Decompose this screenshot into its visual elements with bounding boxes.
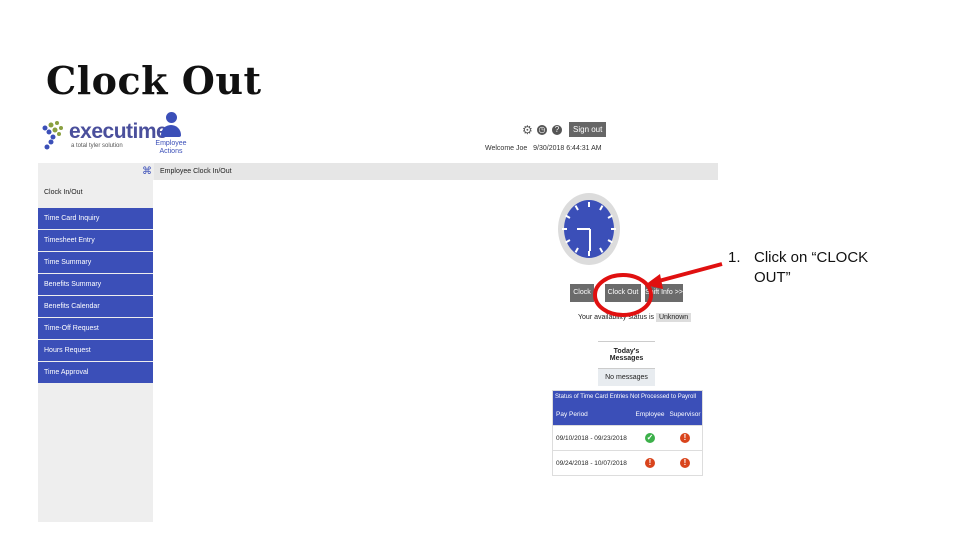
messages-header: Today's Messages [598,341,655,369]
collapse-menu-icon[interactable]: ⌘ [142,166,152,177]
availability-status: Your availability status is Unknown [578,313,692,322]
alert-icon: ! [645,458,655,468]
clock-tick [575,247,579,253]
clock-minute-hand [589,229,591,251]
sidebar-item-timesheet-entry[interactable]: Timesheet Entry [38,230,153,251]
timer-icon[interactable]: ◷ [537,124,547,135]
sidebar-item-benefits-calendar[interactable]: Benefits Calendar [38,296,153,317]
col-employee: Employee [635,410,665,418]
check-icon: ✓ [645,433,655,443]
sidebar: Clock In/Out Time Card Inquiry Timesheet… [38,180,153,522]
col-supervisor: Supervisor [669,410,701,418]
clock-tick [607,239,613,243]
current-datetime: 9/30/2018 6:44:31 AM [533,145,602,152]
clock-tick [562,228,567,230]
clock-in-button[interactable]: Clock In [570,284,594,314]
gear-icon[interactable]: ⚙ [522,124,533,136]
clock-out-button[interactable]: Clock Out [605,284,641,302]
person-icon [160,112,182,140]
pay-period-cell: 09/10/2018 - 09/23/2018 [556,434,627,442]
time-card-status-table: Status of Time Card Entries Not Processe… [552,390,703,476]
clock-tick [588,251,590,256]
executime-logo[interactable]: executime a total tyler solution [41,118,168,158]
clock-tick [599,247,604,253]
table-row[interactable]: 09/10/2018 - 09/23/2018 ✓ ! [553,425,702,450]
availability-value: Unknown [655,313,692,322]
clock-tick [611,228,616,230]
availability-label: Your availability status is [578,314,655,321]
messages-body: No messages [598,369,655,386]
clock-face [562,200,616,258]
help-icon[interactable]: ? [552,124,562,135]
employee-actions-label: Employee Actions [155,140,187,155]
sidebar-item-time-card-inquiry[interactable]: Time Card Inquiry [38,208,153,229]
top-toolbar: ⚙ ◷ ? Sign out [522,122,607,137]
step-number: 1. [728,249,741,266]
shift-info-button[interactable]: Shift Info >> [645,284,683,302]
clock-tick [565,215,571,219]
logo-dots-icon [42,121,63,150]
sidebar-item-hours-request[interactable]: Hours Request [38,340,153,361]
sidebar-item-clock-in-out[interactable]: Clock In/Out [38,180,153,206]
table-row[interactable]: 09/24/2018 - 10/07/2018 ! ! [553,450,702,475]
col-pay-period: Pay Period [556,410,588,418]
clock-tick [607,214,613,219]
welcome-user: Welcome Joe [485,145,528,152]
clock-tick [574,205,579,211]
instruction-line-2: OUT” [754,269,791,286]
breadcrumb: Employee Clock In/Out [154,163,718,180]
clock-icon [558,193,620,265]
clock-tick [565,239,571,244]
pay-period-cell: 09/24/2018 - 10/07/2018 [556,459,627,467]
alert-icon: ! [680,433,690,443]
welcome-text: Welcome Joe 9/30/2018 6:44:31 AM [485,145,602,152]
sign-out-button[interactable]: Sign out [569,122,607,137]
instruction-line-1: Click on “CLOCK [754,249,869,266]
todays-messages: Today's Messages No messages [598,341,655,386]
sidebar-item-benefits-summary[interactable]: Benefits Summary [38,274,153,295]
slide-title: Clock Out [46,58,262,103]
sidebar-item-time-off-request[interactable]: Time-Off Request [38,318,153,339]
table-caption: Status of Time Card Entries Not Processe… [553,391,702,403]
logo-tagline: a total tyler solution [71,143,123,149]
sidebar-item-time-summary[interactable]: Time Summary [38,252,153,273]
clock-tick [599,205,603,211]
alert-icon: ! [680,458,690,468]
instruction-annotation: 1. Click on “CLOCK OUT” [728,248,868,288]
employee-actions-button[interactable]: Employee Actions [152,112,190,156]
clock-tick [588,202,590,207]
top-bar: ⌘ Employee Clock In/Out [38,163,718,180]
table-header: Pay Period Employee Supervisor [553,403,702,425]
sidebar-item-time-approval[interactable]: Time Approval [38,362,153,383]
